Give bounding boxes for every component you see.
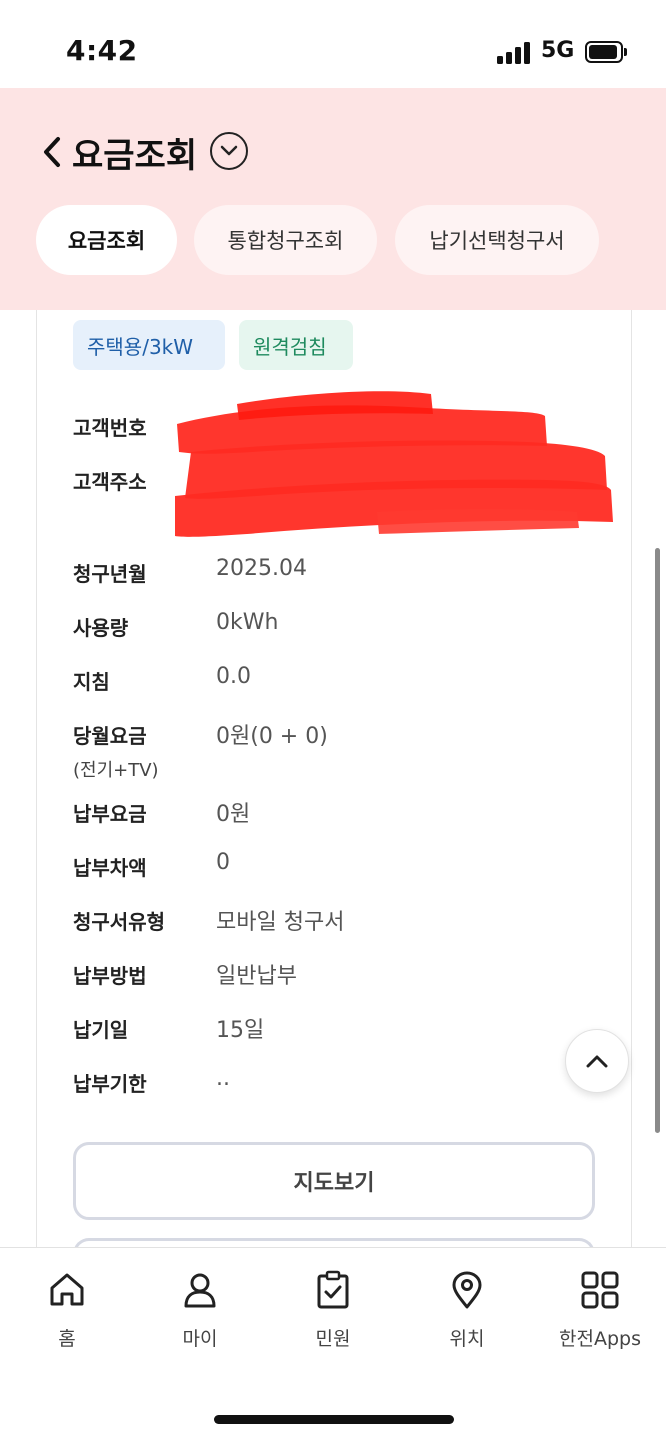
detail-label: 청구년월 (73, 562, 147, 586)
detail-row: 사용량 0kWh (73, 610, 613, 648)
detail-row: 납부기한 .. (73, 1066, 613, 1104)
page-header: 요금조회 요금조회 통합청구조회 납기선택청구서 (0, 88, 666, 310)
detail-row: 청구서유형 모바일 청구서 (73, 906, 613, 942)
apps-grid-icon (581, 1271, 619, 1309)
nav-label: 위치 (449, 1328, 485, 1350)
status-bar: 4:42 5G (0, 0, 666, 88)
detail-row: 당월요금 (전기+TV) 0원(0 + 0) (73, 720, 613, 790)
detail-label: 청구서유형 (73, 910, 165, 934)
cellular-signal-icon (497, 42, 533, 64)
nav-label: 마이 (182, 1328, 218, 1350)
customer-number-label: 고객번호 (73, 416, 147, 440)
battery-icon (585, 41, 627, 63)
chevron-up-icon (586, 1055, 608, 1068)
detail-label: 납부차액 (73, 856, 147, 880)
detail-row: 납부요금 0원 (73, 798, 613, 834)
network-type: 5G (541, 38, 575, 63)
detail-row: 납부방법 일반납부 (73, 960, 613, 996)
detail-row: 지침 0.0 (73, 664, 613, 702)
customer-address-label: 고객주소 (73, 470, 147, 494)
person-icon (184, 1273, 216, 1308)
detail-value: 0kWh (216, 610, 279, 635)
detail-value: 0 (216, 850, 230, 875)
nav-label: 홈 (58, 1328, 76, 1350)
clipboard-check-icon (317, 1270, 349, 1309)
detail-label: 납부요금 (73, 802, 147, 826)
detail-row: 청구년월 2025.04 (73, 556, 613, 594)
nav-label: 한전Apps (559, 1328, 641, 1350)
location-pin-icon (452, 1271, 482, 1309)
nav-label: 민원 (315, 1328, 351, 1350)
tab-fee-inquiry[interactable]: 요금조회 (36, 205, 177, 275)
detail-sublabel: (전기+TV) (73, 760, 159, 781)
tab-integrated-billing[interactable]: 통합청구조회 (194, 205, 377, 275)
back-button[interactable] (38, 134, 66, 170)
nav-location[interactable]: 위치 (407, 1268, 527, 1350)
detail-value: 0원 (216, 802, 251, 827)
detail-row: 납부차액 0 (73, 850, 613, 888)
detail-label: 사용량 (73, 616, 129, 640)
detail-value: 2025.04 (216, 556, 307, 581)
home-icon (50, 1273, 84, 1306)
detail-label: 납부기한 (73, 1072, 147, 1096)
billing-detail-card: 주택용/3kW 원격검침 고객번호 고객주소 청구년월 2025.04 사용량 … (36, 310, 632, 1268)
remote-meter-tag: 원격검침 (239, 320, 353, 370)
nav-kepco-apps[interactable]: 한전Apps (540, 1268, 660, 1350)
chevron-down-icon (220, 145, 238, 156)
status-time: 4:42 (66, 34, 138, 67)
redaction-mark (175, 391, 613, 537)
page-title: 요금조회 (72, 136, 198, 176)
detail-value: 0.0 (216, 664, 251, 689)
detail-row: 납기일 15일 (73, 1014, 613, 1050)
bottom-navigation: 홈 마이 민원 위치 한전Apps (0, 1247, 666, 1440)
nav-my[interactable]: 마이 (140, 1268, 260, 1350)
title-dropdown-button[interactable] (210, 132, 248, 170)
detail-label: 당월요금 (73, 724, 147, 748)
detail-label: 납부방법 (73, 964, 147, 988)
scroll-to-top-button[interactable] (565, 1029, 629, 1093)
detail-value: 모바일 청구서 (216, 910, 345, 935)
detail-value: .. (216, 1066, 230, 1091)
scrollbar[interactable] (655, 548, 660, 1133)
tab-due-date-bill[interactable]: 납기선택청구서 (395, 205, 599, 275)
detail-value: 일반납부 (216, 964, 297, 989)
home-indicator[interactable] (214, 1415, 454, 1424)
view-map-button[interactable]: 지도보기 (73, 1142, 595, 1220)
detail-label: 납기일 (73, 1018, 129, 1042)
detail-label: 지침 (73, 670, 110, 694)
contract-type-tag: 주택용/3kW (73, 320, 225, 370)
nav-home[interactable]: 홈 (7, 1268, 127, 1350)
chevron-left-icon (44, 137, 60, 167)
detail-value: 15일 (216, 1018, 265, 1043)
nav-complaint[interactable]: 민원 (273, 1268, 393, 1350)
detail-value: 0원(0 + 0) (216, 724, 328, 749)
